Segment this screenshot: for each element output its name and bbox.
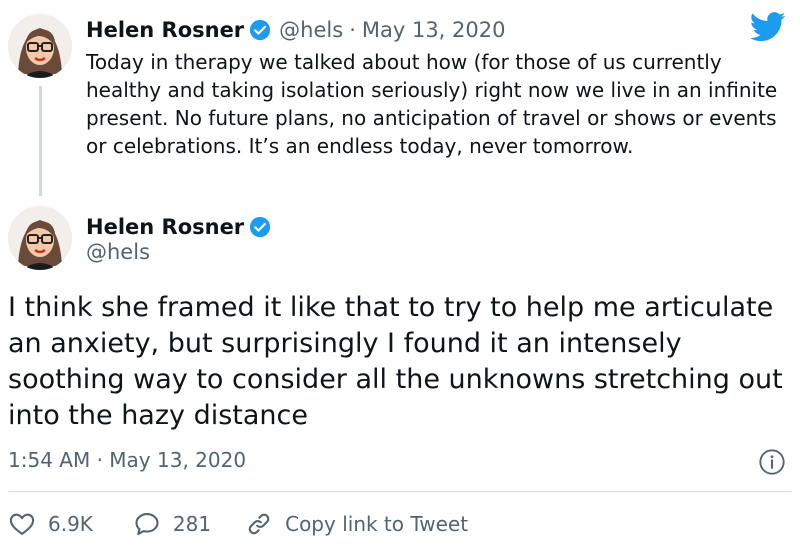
thread-connector-line — [39, 86, 42, 196]
tweet-date: May 13, 2020 — [109, 448, 247, 472]
copy-link-button[interactable]: Copy link to Tweet — [245, 510, 468, 538]
twitter-bird-icon[interactable] — [750, 12, 786, 42]
avatar[interactable] — [8, 206, 72, 270]
heart-icon — [9, 513, 35, 535]
avatar[interactable] — [8, 14, 72, 78]
author-handle[interactable]: @hels — [279, 18, 343, 42]
copy-link-label: Copy link to Tweet — [285, 512, 469, 536]
separator-dot: · — [349, 18, 356, 42]
tweet-date[interactable]: May 13, 2020 — [362, 18, 506, 42]
like-count: 6.9K — [48, 512, 93, 536]
info-icon[interactable] — [758, 448, 786, 476]
divider — [8, 491, 792, 492]
reply-bubble-icon — [135, 513, 159, 535]
separator-dot: · — [96, 448, 103, 472]
tweet-time: 1:54 AM — [8, 448, 91, 472]
main-tweet-header: Helen Rosner — [86, 212, 271, 242]
reply-count: 281 — [172, 512, 212, 536]
reply-button[interactable]: 281 — [133, 510, 211, 538]
tweet-actions-bar: 6.9K 281 Copy link to Tweet — [8, 506, 468, 542]
parent-tweet-text: Today in therapy we talked about how (fo… — [86, 50, 778, 158]
verified-badge-icon — [250, 216, 271, 238]
main-tweet-text: I think she framed it like that to try t… — [8, 292, 783, 431]
tweet-timestamp[interactable]: 1:54 AM · May 13, 2020 — [8, 448, 246, 472]
like-button[interactable]: 6.9K — [8, 510, 93, 538]
parent-tweet-header: Helen Rosner @hels · May 13, 2020 — [86, 14, 505, 46]
author-handle[interactable]: @hels — [86, 240, 150, 264]
verified-badge-icon — [250, 19, 271, 41]
author-name[interactable]: Helen Rosner — [86, 18, 244, 42]
link-icon — [248, 513, 270, 535]
author-name[interactable]: Helen Rosner — [86, 215, 244, 239]
